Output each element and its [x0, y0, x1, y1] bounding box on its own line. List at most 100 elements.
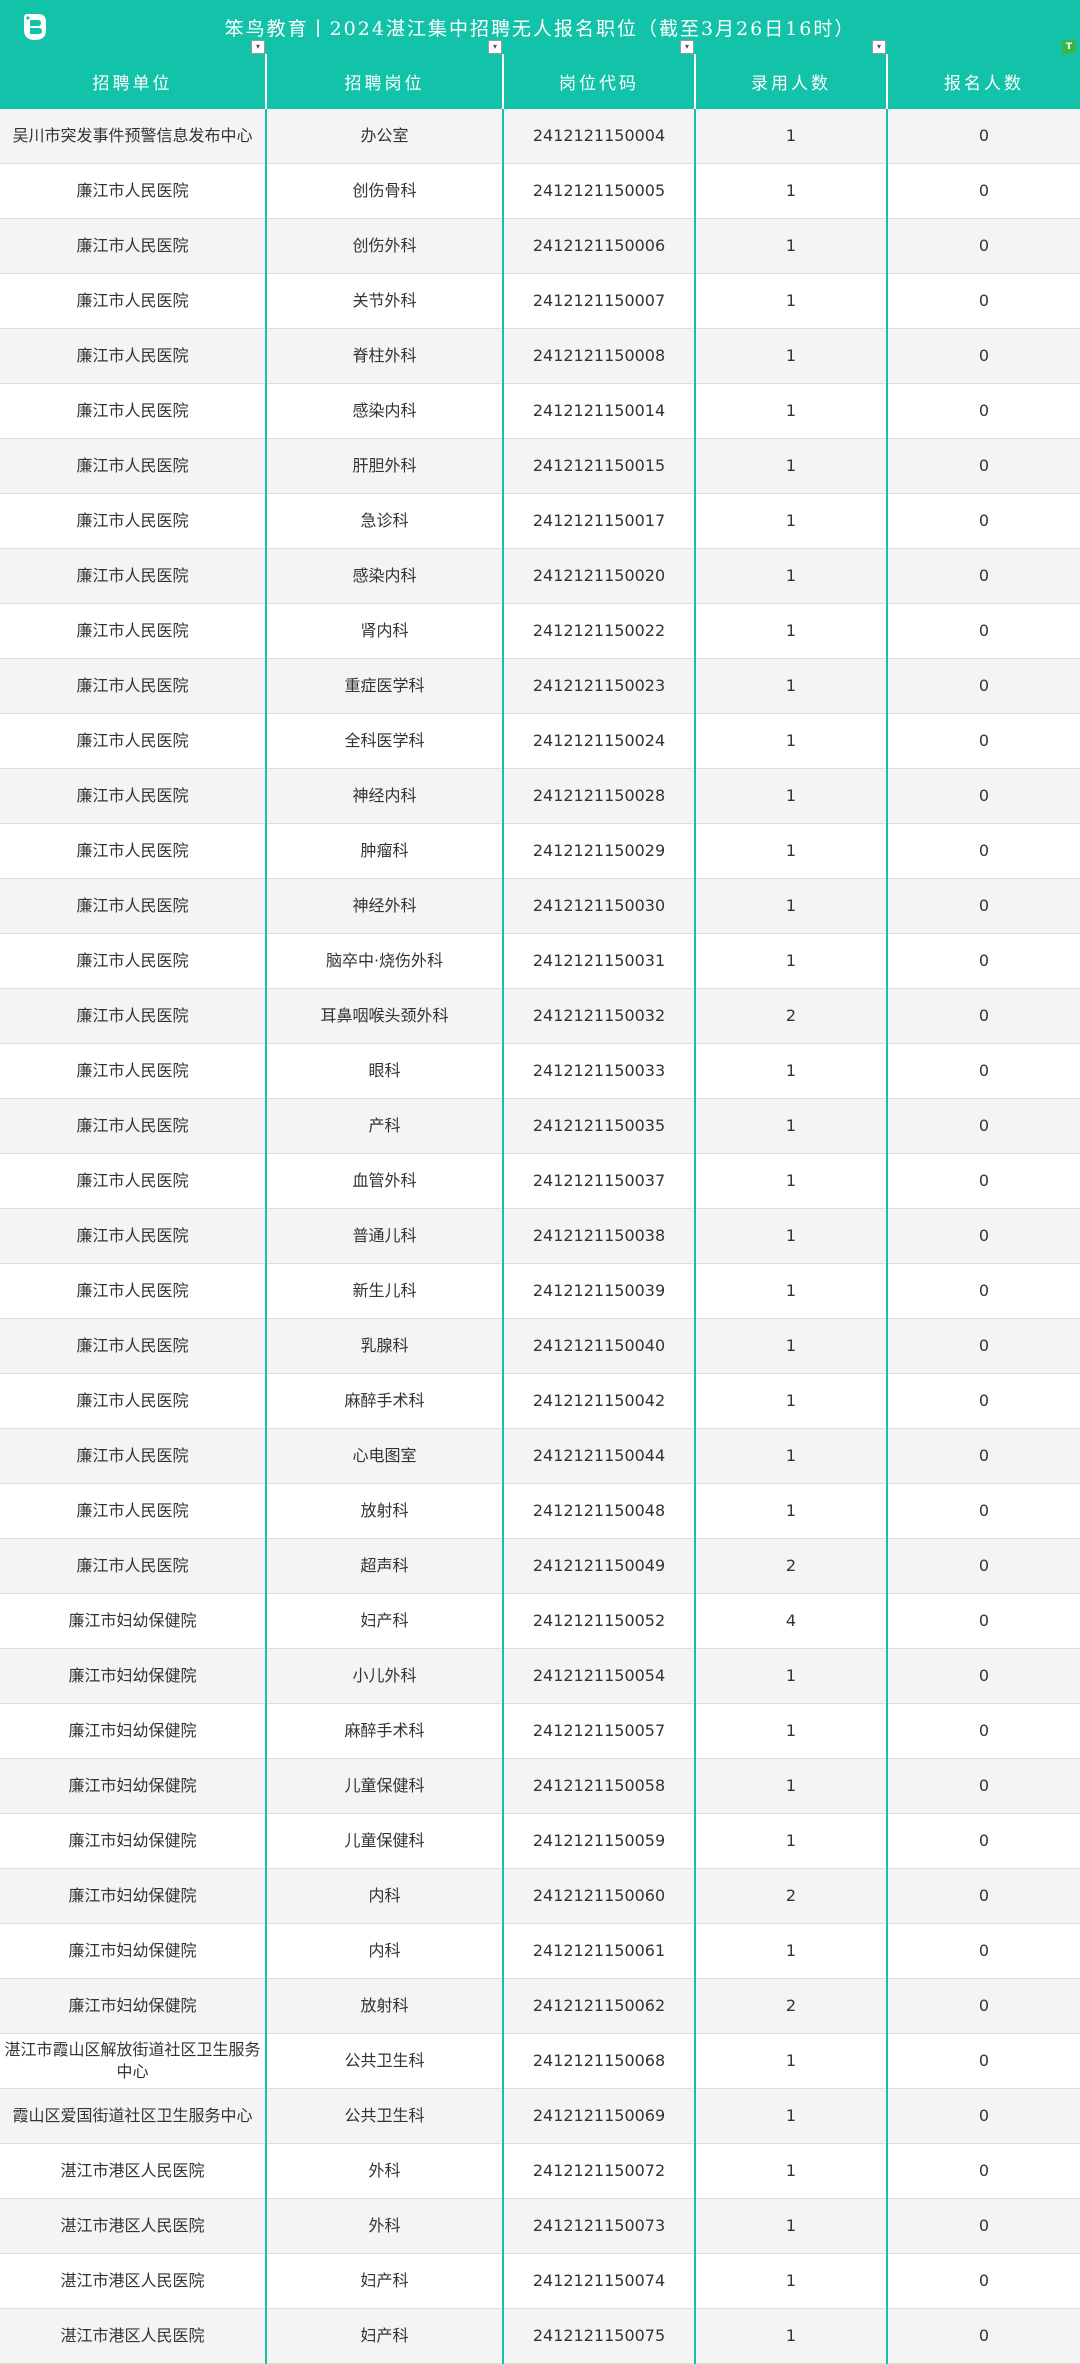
cell-applicants[interactable]: 0 — [886, 109, 1080, 164]
cell-unit[interactable]: 廉江市妇幼保健院 — [0, 1978, 266, 2034]
cell-applicants[interactable]: 0 — [886, 218, 1080, 274]
cell-position[interactable]: 公共卫生科 — [265, 2033, 503, 2089]
cell-code[interactable]: 2412121150029 — [502, 823, 695, 879]
cell-applicants[interactable]: 0 — [886, 1703, 1080, 1759]
cell-position[interactable]: 内科 — [265, 1868, 503, 1924]
cell-hires[interactable]: 1 — [694, 1703, 887, 1759]
cell-unit[interactable]: 湛江市港区人民医院 — [0, 2143, 266, 2199]
cell-code[interactable]: 2412121150033 — [502, 1043, 695, 1099]
cell-position[interactable]: 感染内科 — [265, 548, 503, 604]
cell-position[interactable]: 急诊科 — [265, 493, 503, 549]
cell-unit[interactable]: 湛江市港区人民医院 — [0, 2253, 266, 2309]
cell-applicants[interactable]: 0 — [886, 493, 1080, 549]
cell-applicants[interactable]: 0 — [886, 1153, 1080, 1209]
cell-code[interactable]: 2412121150058 — [502, 1758, 695, 1814]
cell-hires[interactable]: 2 — [694, 1978, 887, 2034]
cell-position[interactable]: 重症医学科 — [265, 658, 503, 714]
cell-position[interactable]: 眼科 — [265, 1043, 503, 1099]
sheet-tag-icon[interactable]: T — [1062, 40, 1076, 54]
cell-code[interactable]: 2412121150024 — [502, 713, 695, 769]
cell-code[interactable]: 2412121150014 — [502, 383, 695, 439]
cell-hires[interactable]: 1 — [694, 1043, 887, 1099]
cell-code[interactable]: 2412121150069 — [502, 2088, 695, 2144]
cell-applicants[interactable]: 0 — [886, 1263, 1080, 1319]
cell-unit[interactable]: 廉江市妇幼保健院 — [0, 1758, 266, 1814]
cell-position[interactable]: 创伤骨科 — [265, 163, 503, 219]
cell-applicants[interactable]: 0 — [886, 1813, 1080, 1869]
cell-position[interactable]: 儿童保健科 — [265, 1758, 503, 1814]
cell-unit[interactable]: 廉江市妇幼保健院 — [0, 1593, 266, 1649]
cell-code[interactable]: 2412121150073 — [502, 2198, 695, 2254]
cell-applicants[interactable]: 0 — [886, 1758, 1080, 1814]
cell-unit[interactable]: 湛江市港区人民医院 — [0, 2198, 266, 2254]
cell-code[interactable]: 2412121150035 — [502, 1098, 695, 1154]
cell-applicants[interactable]: 0 — [886, 1098, 1080, 1154]
cell-hires[interactable]: 1 — [694, 328, 887, 384]
cell-hires[interactable]: 1 — [694, 383, 887, 439]
cell-position[interactable]: 肾内科 — [265, 603, 503, 659]
cell-unit[interactable]: 廉江市人民医院 — [0, 1153, 266, 1209]
cell-unit[interactable]: 廉江市人民医院 — [0, 1208, 266, 1264]
cell-applicants[interactable]: 0 — [886, 658, 1080, 714]
cell-unit[interactable]: 廉江市人民医院 — [0, 1428, 266, 1484]
cell-code[interactable]: 2412121150048 — [502, 1483, 695, 1539]
cell-unit[interactable]: 廉江市人民医院 — [0, 878, 266, 934]
cell-applicants[interactable]: 0 — [886, 1208, 1080, 1264]
cell-hires[interactable]: 1 — [694, 2033, 887, 2089]
cell-unit[interactable]: 廉江市妇幼保健院 — [0, 1868, 266, 1924]
cell-hires[interactable]: 1 — [694, 823, 887, 879]
cell-position[interactable]: 神经内科 — [265, 768, 503, 824]
cell-hires[interactable]: 1 — [694, 1318, 887, 1374]
cell-code[interactable]: 2412121150032 — [502, 988, 695, 1044]
filter-dropdown-icon[interactable]: ▾ — [488, 40, 502, 54]
cell-position[interactable]: 放射科 — [265, 1978, 503, 2034]
cell-code[interactable]: 2412121150061 — [502, 1923, 695, 1979]
cell-code[interactable]: 2412121150015 — [502, 438, 695, 494]
cell-hires[interactable]: 1 — [694, 548, 887, 604]
cell-code[interactable]: 2412121150038 — [502, 1208, 695, 1264]
cell-applicants[interactable]: 0 — [886, 933, 1080, 989]
cell-code[interactable]: 2412121150075 — [502, 2308, 695, 2364]
cell-code[interactable]: 2412121150017 — [502, 493, 695, 549]
column-header-position[interactable]: 招聘岗位 — [265, 54, 503, 109]
cell-position[interactable]: 妇产科 — [265, 2308, 503, 2364]
cell-position[interactable]: 创伤外科 — [265, 218, 503, 274]
cell-unit[interactable]: 廉江市人民医院 — [0, 493, 266, 549]
cell-code[interactable]: 2412121150052 — [502, 1593, 695, 1649]
cell-code[interactable]: 2412121150028 — [502, 768, 695, 824]
cell-hires[interactable]: 1 — [694, 603, 887, 659]
cell-applicants[interactable]: 0 — [886, 1868, 1080, 1924]
cell-applicants[interactable]: 0 — [886, 1648, 1080, 1704]
cell-applicants[interactable]: 0 — [886, 2253, 1080, 2309]
cell-position[interactable]: 肿瘤科 — [265, 823, 503, 879]
cell-hires[interactable]: 1 — [694, 1923, 887, 1979]
cell-unit[interactable]: 廉江市人民医院 — [0, 163, 266, 219]
cell-hires[interactable]: 1 — [694, 163, 887, 219]
cell-applicants[interactable]: 0 — [886, 768, 1080, 824]
cell-position[interactable]: 新生儿科 — [265, 1263, 503, 1319]
cell-code[interactable]: 2412121150042 — [502, 1373, 695, 1429]
cell-unit[interactable]: 廉江市人民医院 — [0, 768, 266, 824]
cell-applicants[interactable]: 0 — [886, 328, 1080, 384]
cell-code[interactable]: 2412121150074 — [502, 2253, 695, 2309]
cell-position[interactable]: 内科 — [265, 1923, 503, 1979]
cell-position[interactable]: 麻醉手术科 — [265, 1703, 503, 1759]
cell-applicants[interactable]: 0 — [886, 1043, 1080, 1099]
cell-applicants[interactable]: 0 — [886, 713, 1080, 769]
cell-unit[interactable]: 廉江市妇幼保健院 — [0, 1648, 266, 1704]
cell-applicants[interactable]: 0 — [886, 438, 1080, 494]
cell-unit[interactable]: 廉江市人民医院 — [0, 1098, 266, 1154]
cell-applicants[interactable]: 0 — [886, 878, 1080, 934]
cell-hires[interactable]: 1 — [694, 1428, 887, 1484]
cell-code[interactable]: 2412121150006 — [502, 218, 695, 274]
cell-position[interactable]: 超声科 — [265, 1538, 503, 1594]
cell-position[interactable]: 感染内科 — [265, 383, 503, 439]
cell-unit[interactable]: 廉江市人民医院 — [0, 1538, 266, 1594]
cell-unit[interactable]: 廉江市人民医院 — [0, 933, 266, 989]
cell-hires[interactable]: 2 — [694, 1538, 887, 1594]
cell-position[interactable]: 麻醉手术科 — [265, 1373, 503, 1429]
cell-unit[interactable]: 廉江市人民医院 — [0, 438, 266, 494]
cell-hires[interactable]: 1 — [694, 1648, 887, 1704]
cell-code[interactable]: 2412121150040 — [502, 1318, 695, 1374]
cell-applicants[interactable]: 0 — [886, 1373, 1080, 1429]
